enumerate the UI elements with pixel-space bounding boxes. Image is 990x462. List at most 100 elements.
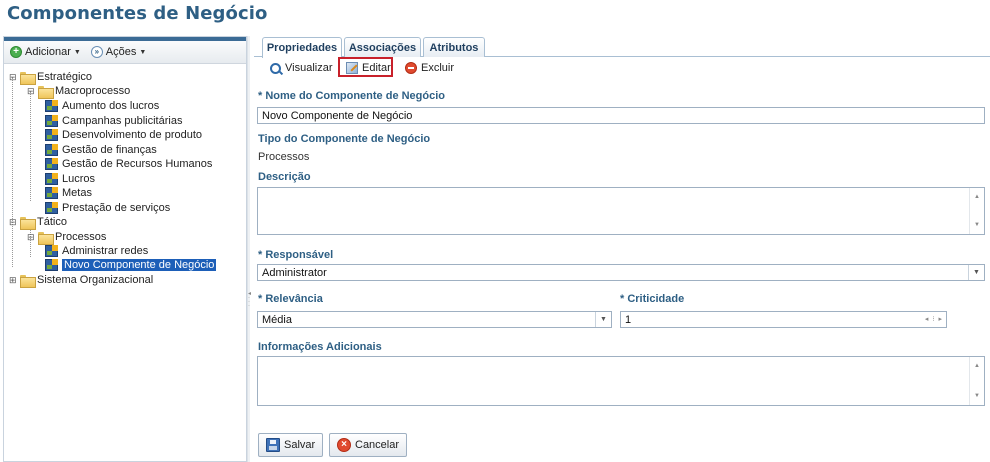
- criticality-stepper[interactable]: 1 ◂ ⁝ ▸: [620, 311, 947, 328]
- collapse-icon[interactable]: ⊟: [27, 232, 36, 242]
- page-title: Componentes de Negócio: [7, 3, 268, 24]
- chevron-down-icon: ▼: [73, 48, 81, 56]
- scroll-down-icon[interactable]: ▼: [974, 393, 980, 399]
- business-component-icon: [45, 100, 58, 112]
- tree-item-label: Administrar redes: [62, 245, 149, 257]
- tree-item-label: Desenvolvimento de produto: [62, 129, 203, 141]
- responsible-select[interactable]: Administrator ▼: [257, 264, 985, 281]
- chevron-down-icon[interactable]: ▼: [968, 265, 984, 280]
- business-component-icon: [45, 144, 58, 156]
- chevron-down-icon[interactable]: ▼: [595, 312, 611, 327]
- floppy-disk-icon: [266, 438, 280, 452]
- tab-properties[interactable]: Propriedades: [262, 37, 342, 58]
- criticality-label: * Criticidade: [620, 293, 685, 305]
- business-component-icon: [45, 187, 58, 199]
- tree-item-label: Gestão de Recursos Humanos: [62, 158, 213, 170]
- tree-item-label: Processos: [55, 231, 107, 243]
- type-label: Tipo do Componente de Negócio: [258, 133, 431, 145]
- tree-item-label: Gestão de finanças: [62, 144, 157, 156]
- scroll-up-icon[interactable]: ▲: [974, 194, 980, 200]
- name-input[interactable]: Novo Componente de Negócio: [257, 107, 985, 124]
- business-component-icon: [45, 202, 58, 214]
- delete-button-label: Excluir: [421, 62, 455, 74]
- additional-info-textarea[interactable]: ▲ ▼: [257, 356, 985, 406]
- additional-info-label: Informações Adicionais: [258, 341, 382, 353]
- business-component-icon: [45, 245, 58, 257]
- business-component-icon: [45, 158, 58, 170]
- tab-attributes[interactable]: Atributos: [423, 37, 485, 57]
- tree-item[interactable]: ⊟ Estratégico: [9, 70, 93, 85]
- cancel-icon: ×: [337, 438, 351, 452]
- tree-item-label: Sistema Organizacional: [37, 274, 154, 286]
- grip-icon: ◂ · · ·: [248, 291, 252, 309]
- actions-button[interactable]: » Ações ▼: [90, 46, 147, 58]
- tree-item-label: Novo Componente de Negócio: [62, 259, 217, 271]
- tree-item[interactable]: Gestão de Recursos Humanos: [45, 157, 212, 171]
- folder-icon: [20, 71, 36, 85]
- tree-item[interactable]: ⊟ Processos: [27, 230, 107, 245]
- relevance-value: Média: [262, 313, 292, 326]
- save-button[interactable]: Salvar: [258, 433, 324, 457]
- add-button-label: Adicionar: [25, 46, 71, 58]
- business-component-icon: [45, 173, 58, 185]
- tree-item-label: Metas: [62, 187, 92, 199]
- panel-splitter[interactable]: ◂ · · ·: [247, 36, 252, 462]
- tree-item[interactable]: Gestão de finanças: [45, 143, 157, 157]
- tree-item-label: Prestação de serviços: [62, 202, 171, 214]
- folder-icon: [20, 274, 36, 288]
- view-button-label: Visualizar: [285, 62, 333, 74]
- scroll-down-icon[interactable]: ▼: [974, 222, 980, 228]
- delete-button[interactable]: Excluir: [405, 62, 454, 74]
- save-button-label: Salvar: [284, 439, 316, 451]
- spinner-arrows-icon[interactable]: ◂ ⁝ ▸: [925, 315, 943, 323]
- folder-icon: [38, 85, 54, 99]
- chevron-down-icon: ▼: [139, 48, 147, 56]
- tree-toolbar: + Adicionar ▼ » Ações ▼: [4, 41, 246, 64]
- type-value: Processos: [258, 151, 310, 163]
- collapse-icon[interactable]: ⊟: [9, 217, 18, 227]
- tree-item-selected[interactable]: Novo Componente de Negócio: [45, 258, 217, 272]
- collapse-icon[interactable]: ⊟: [27, 86, 36, 96]
- relevance-select[interactable]: Média ▼: [257, 311, 612, 328]
- business-component-icon: [45, 259, 58, 271]
- tab-associations[interactable]: Associações: [344, 37, 421, 57]
- tree-item[interactable]: ⊞ Sistema Organizacional: [9, 273, 154, 288]
- scroll-up-icon[interactable]: ▲: [974, 363, 980, 369]
- add-button[interactable]: + Adicionar ▼: [10, 46, 81, 58]
- criticality-value: 1: [625, 313, 632, 326]
- business-component-icon: [45, 129, 58, 141]
- description-textarea[interactable]: ▲ ▼: [257, 187, 985, 235]
- cancel-button-label: Cancelar: [355, 439, 400, 451]
- business-component-icon: [45, 115, 58, 127]
- scrollbar[interactable]: ▲ ▼: [969, 188, 984, 234]
- tree-item-label: Macroprocesso: [55, 85, 131, 97]
- tree-item[interactable]: ⊟ Macroprocesso: [27, 84, 131, 99]
- tree-item[interactable]: Lucros: [45, 172, 95, 186]
- name-label: * Nome do Componente de Negócio: [258, 90, 446, 102]
- responsible-label: * Responsável: [258, 249, 334, 261]
- responsible-value: Administrator: [262, 266, 327, 279]
- tree-item[interactable]: Aumento dos lucros: [45, 99, 159, 113]
- description-label: Descrição: [258, 171, 311, 183]
- tree-item[interactable]: Administrar redes: [45, 244, 148, 258]
- folder-icon: [20, 216, 36, 230]
- cancel-button[interactable]: × Cancelar: [329, 433, 408, 457]
- tree-item[interactable]: Campanhas publicitárias: [45, 114, 182, 128]
- scrollbar[interactable]: ▲ ▼: [969, 357, 984, 405]
- tree-item[interactable]: Prestação de serviços: [45, 201, 170, 215]
- tree-panel: + Adicionar ▼ » Ações ▼ ⊟ Estratégico ⊟ …: [3, 36, 247, 462]
- view-button[interactable]: Visualizar: [270, 62, 333, 74]
- forward-icon: »: [90, 46, 103, 58]
- actions-button-label: Ações: [105, 46, 137, 58]
- tree-item[interactable]: ⊟ Tático: [9, 215, 67, 230]
- tab-strip: Propriedades Associações Atributos: [254, 37, 990, 58]
- tree-item-label: Aumento dos lucros: [62, 100, 160, 112]
- tree-item-label: Estratégico: [37, 71, 93, 83]
- tree-item-label: Campanhas publicitárias: [62, 115, 183, 127]
- collapse-icon[interactable]: ⊟: [9, 72, 18, 82]
- tree-item[interactable]: Desenvolvimento de produto: [45, 128, 202, 142]
- tree-item[interactable]: Metas: [45, 186, 92, 200]
- tree-item-label: Tático: [37, 216, 67, 228]
- expand-icon[interactable]: ⊞: [9, 275, 18, 285]
- folder-icon: [38, 231, 54, 245]
